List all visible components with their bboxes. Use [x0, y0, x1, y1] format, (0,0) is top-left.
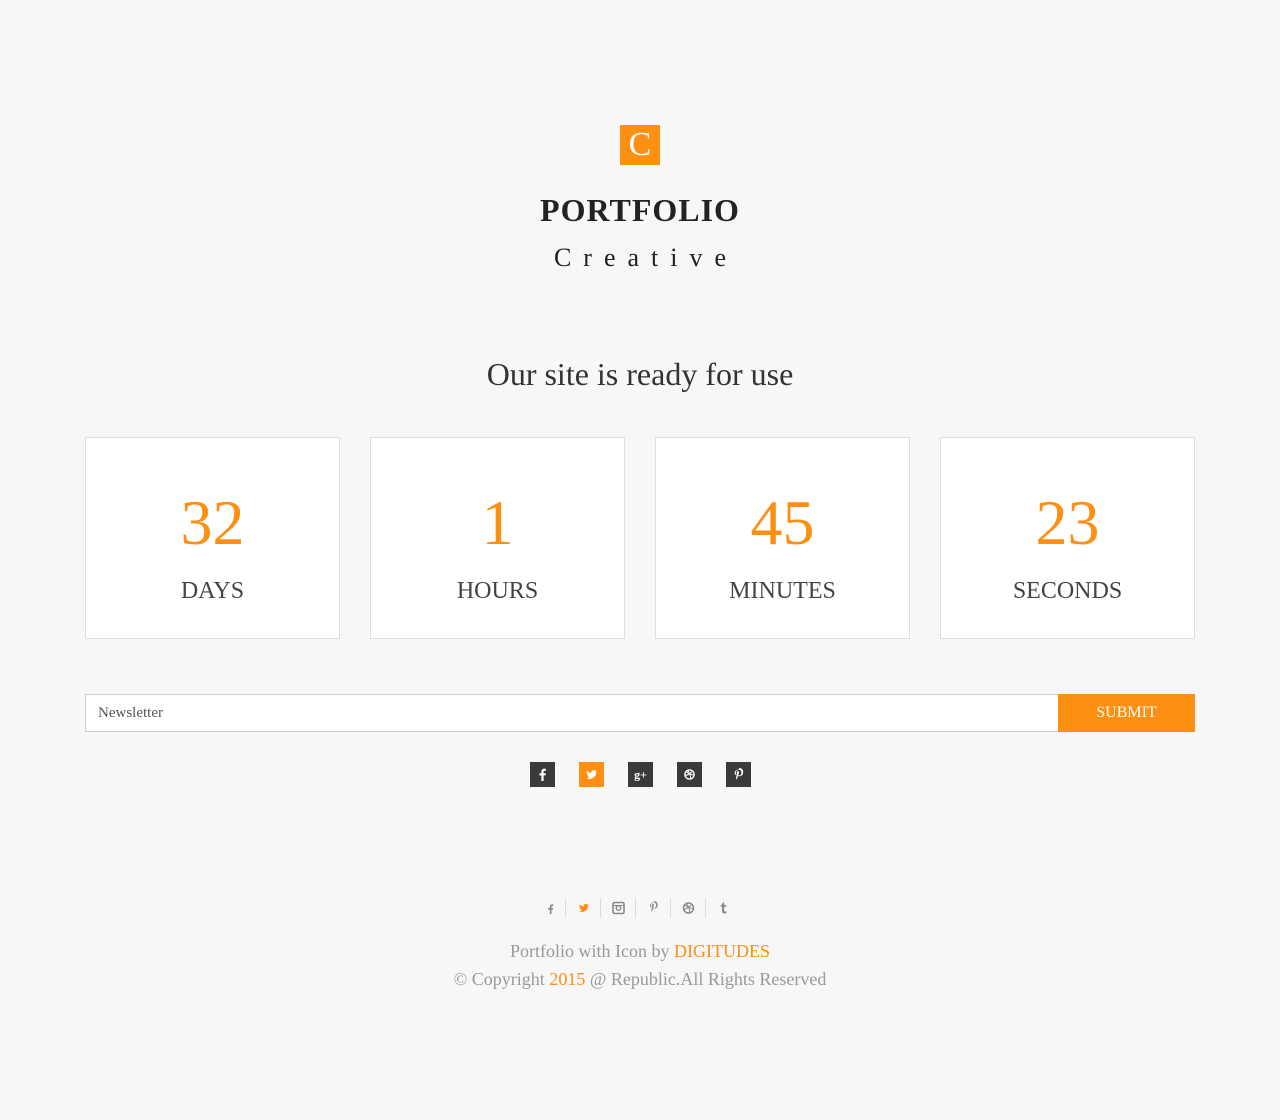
- countdown-hours-label: HOURS: [456, 578, 539, 604]
- svg-text:g+: g+: [634, 768, 647, 782]
- pinterest-icon[interactable]: [726, 762, 751, 787]
- brand-subtitle: Creative: [553, 243, 739, 272]
- countdown-seconds-value: 23: [1035, 487, 1100, 558]
- twitter-icon[interactable]: [566, 897, 601, 919]
- facebook-icon[interactable]: [530, 762, 555, 787]
- newsletter-input[interactable]: [85, 694, 1058, 732]
- page-headline: Our site is ready for use: [486, 356, 794, 392]
- credit-prefix: Portfolio with Icon by: [510, 941, 674, 961]
- countdown-days: 32 DAYS: [85, 437, 340, 639]
- countdown-days-label: DAYS: [180, 578, 245, 604]
- copyright-year: 2015: [549, 969, 586, 989]
- countdown-minutes-label: MINUTES: [729, 578, 836, 604]
- copyright-prefix: © Copyright: [453, 969, 550, 989]
- google-plus-icon[interactable]: g+: [628, 762, 653, 787]
- newsletter-form: SUBMIT: [85, 694, 1195, 732]
- facebook-icon[interactable]: [533, 897, 568, 919]
- dribbble-icon[interactable]: [677, 762, 702, 787]
- twitter-icon[interactable]: [579, 762, 604, 787]
- countdown-seconds-label: SECONDS: [1012, 578, 1123, 604]
- brand-title: PORTFOLIO: [540, 192, 740, 228]
- countdown-hours-value: 1: [481, 487, 514, 558]
- copyright-line: © Copyright 2015 @ Republic.All Rights R…: [0, 969, 1280, 990]
- countdown: 32 DAYS 1 HOURS 45 MINUTES 23 SECONDS: [85, 437, 1195, 639]
- copyright-suffix: @ Republic.All Rights Reserved: [585, 969, 827, 989]
- tumblr-icon[interactable]: [706, 897, 741, 919]
- instagram-icon[interactable]: [601, 897, 636, 919]
- pinterest-icon[interactable]: [636, 897, 671, 919]
- countdown-seconds: 23 SECONDS: [940, 437, 1195, 639]
- countdown-hours: 1 HOURS: [370, 437, 625, 639]
- digitudes-link[interactable]: DIGITUDES: [674, 941, 770, 961]
- countdown-minutes-value: 45: [750, 487, 815, 558]
- countdown-minutes: 45 MINUTES: [655, 437, 910, 639]
- logo-icon[interactable]: C: [620, 125, 660, 165]
- submit-button[interactable]: SUBMIT: [1058, 694, 1195, 732]
- dribbble-icon[interactable]: [671, 897, 706, 919]
- countdown-days-value: 32: [180, 487, 245, 558]
- credit-line: Portfolio with Icon by DIGITUDES: [0, 941, 1280, 962]
